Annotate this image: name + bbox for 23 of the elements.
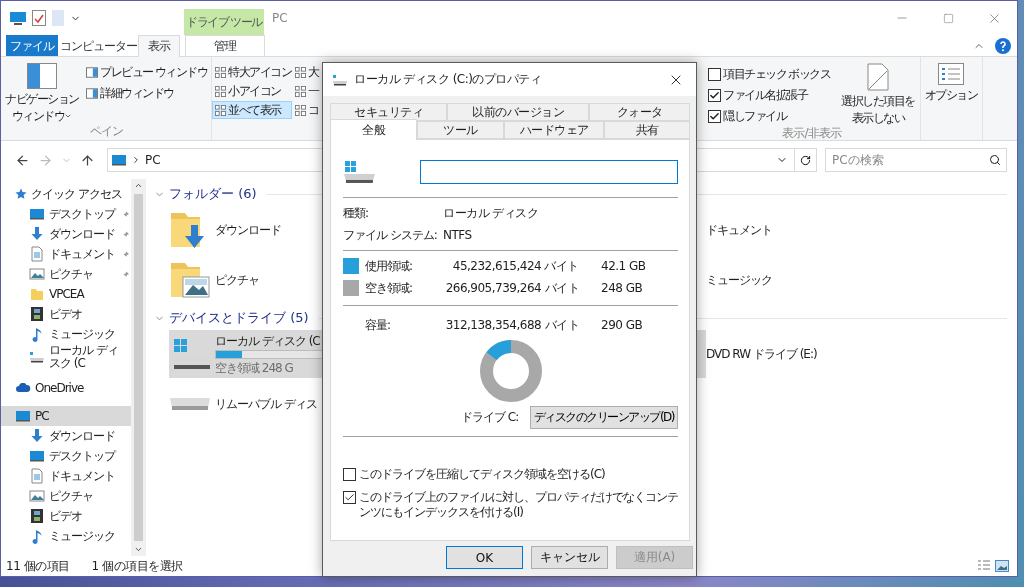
- byte-count: 45,232,615,424 バイト: [451, 257, 579, 275]
- group-label: 表示/非表示: [781, 125, 843, 140]
- status-text: 1 個の項目を選択: [91, 557, 183, 575]
- byte-count: 266,905,739,264 バイト: [444, 279, 579, 297]
- byte-count: 312,138,354,688 バイト: [444, 316, 579, 334]
- free-space-text: 空き領域 248 G: [215, 360, 293, 375]
- field-label: 容量:: [365, 316, 392, 334]
- drive-label: ドライブ C:: [461, 409, 519, 426]
- field-value: NTFS: [443, 228, 473, 242]
- size-value: 248 GB: [600, 281, 644, 295]
- size-value: 42.1 GB: [600, 259, 647, 273]
- field-label: 種類:: [343, 204, 370, 222]
- field-value: ローカル ディスク: [443, 204, 540, 222]
- size-value: 290 GB: [600, 318, 644, 332]
- field-label: ファイル システム:: [343, 226, 438, 244]
- window-title: PC: [271, 10, 288, 27]
- status-text: 11 個の項目: [6, 557, 70, 575]
- contextual-tab-header: ドライブ ツール: [184, 9, 264, 35]
- group-label: ペイン: [88, 123, 124, 140]
- field-label: 空き領域:: [365, 279, 414, 297]
- field-label: 使用領域:: [365, 257, 414, 275]
- dialog-title: ローカル ディスク (C:)のプロパティ: [354, 71, 542, 88]
- drive-name: ローカル ディスク (C: [215, 333, 320, 348]
